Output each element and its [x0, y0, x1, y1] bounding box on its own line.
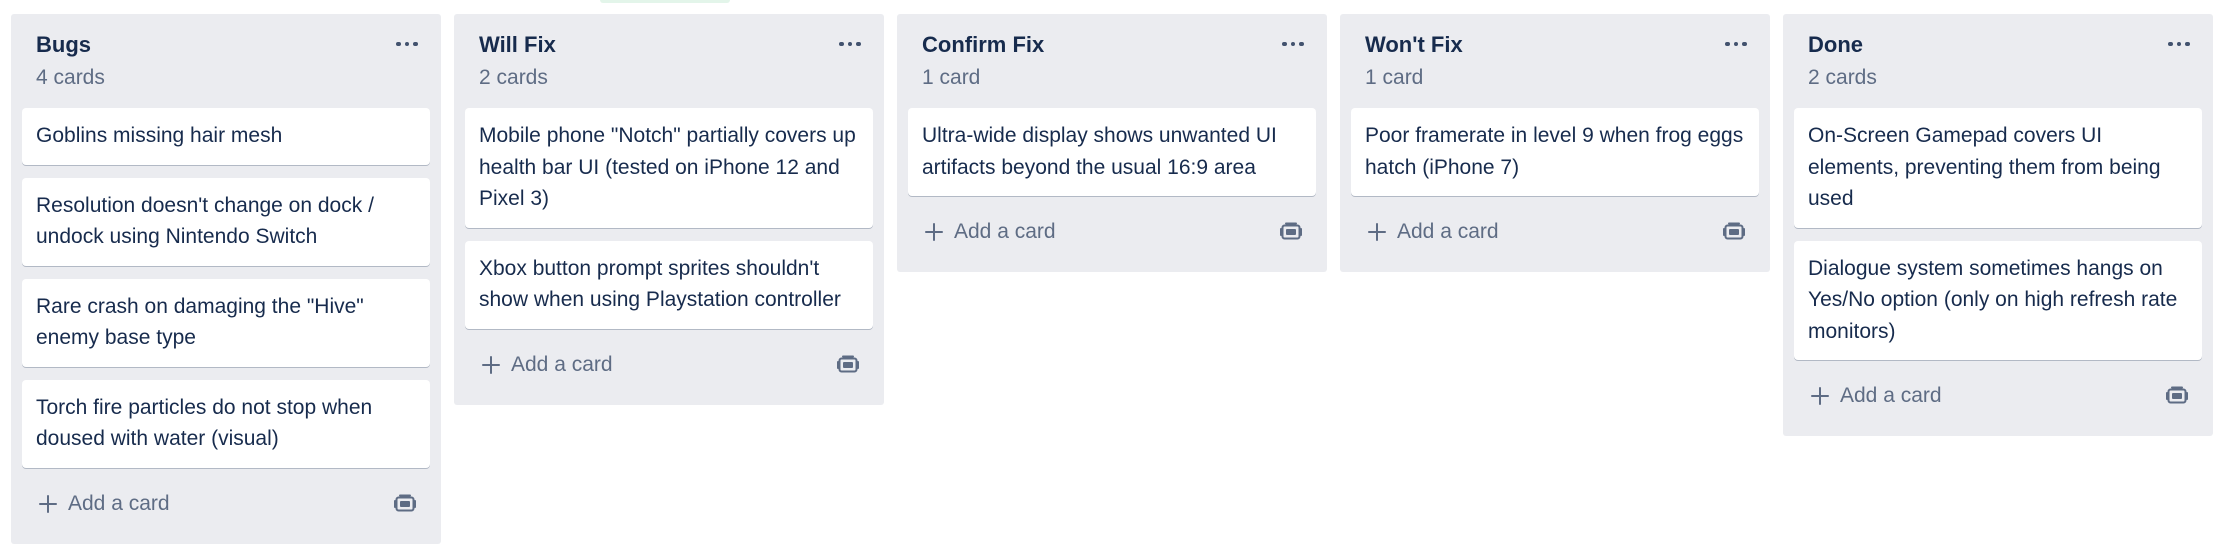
- card[interactable]: Xbox button prompt sprites shouldn't sho…: [465, 240, 873, 329]
- add-card-button[interactable]: Add a card: [1794, 374, 1942, 418]
- card[interactable]: Poor framerate in level 9 when frog eggs…: [1351, 108, 1759, 196]
- list-footer: Add a card: [1351, 202, 1759, 262]
- list-card-count: 1 card: [1365, 66, 1424, 89]
- list-card-count: 1 card: [922, 66, 981, 89]
- card[interactable]: On-Screen Gamepad covers UI elements, pr…: [1794, 108, 2202, 228]
- card[interactable]: Torch fire particles do not stop when do…: [22, 379, 430, 468]
- card-template-icon[interactable]: [1280, 222, 1302, 242]
- card-template-icon[interactable]: [2166, 386, 2188, 406]
- list-menu-ellipsis-icon[interactable]: [1719, 30, 1753, 58]
- list-menu-ellipsis-icon[interactable]: [833, 30, 867, 58]
- list-title[interactable]: Confirm Fix: [922, 30, 1316, 60]
- card-template-icon[interactable]: [394, 494, 416, 514]
- card-list: Goblins missing hair mesh Resolution doe…: [22, 108, 430, 468]
- add-card-button[interactable]: Add a card: [22, 482, 170, 526]
- list-header: Bugs 4 cards: [22, 14, 430, 108]
- list-title[interactable]: Won't Fix: [1365, 30, 1759, 60]
- plus-icon: [924, 222, 944, 242]
- list-done: Done 2 cards On-Screen Gamepad covers UI…: [1783, 14, 2213, 436]
- top-accent-bar: [600, 0, 730, 3]
- card-template-icon[interactable]: [1723, 222, 1745, 242]
- list-card-count: 2 cards: [1808, 66, 1877, 89]
- list-header: Will Fix 2 cards: [465, 14, 873, 108]
- add-card-label: Add a card: [954, 220, 1056, 243]
- list-footer: Add a card: [22, 474, 430, 534]
- plus-icon: [481, 355, 501, 375]
- card-list: Mobile phone "Notch" partially covers up…: [465, 108, 873, 329]
- list-menu-ellipsis-icon[interactable]: [1276, 30, 1310, 58]
- list-header: Confirm Fix 1 card: [908, 14, 1316, 108]
- card[interactable]: Rare crash on damaging the "Hive" enemy …: [22, 278, 430, 367]
- card-template-icon[interactable]: [837, 355, 859, 375]
- card-list: On-Screen Gamepad covers UI elements, pr…: [1794, 108, 2202, 360]
- plus-icon: [1810, 386, 1830, 406]
- list-footer: Add a card: [908, 202, 1316, 262]
- add-card-label: Add a card: [68, 491, 170, 515]
- list-header: Done 2 cards: [1794, 14, 2202, 108]
- card-list: Poor framerate in level 9 when frog eggs…: [1351, 108, 1759, 196]
- list-will-fix: Will Fix 2 cards Mobile phone "Notch" pa…: [454, 14, 884, 405]
- plus-icon: [1367, 222, 1387, 242]
- card-list: Ultra-wide display shows unwanted UI art…: [908, 108, 1316, 196]
- list-title[interactable]: Done: [1808, 30, 2202, 60]
- list-wont-fix: Won't Fix 1 card Poor framerate in level…: [1340, 14, 1770, 272]
- list-card-count: 4 cards: [36, 66, 105, 89]
- plus-icon: [38, 494, 58, 514]
- card[interactable]: Ultra-wide display shows unwanted UI art…: [908, 108, 1316, 196]
- list-title[interactable]: Will Fix: [479, 30, 873, 60]
- list-menu-ellipsis-icon[interactable]: [2162, 30, 2196, 58]
- list-bugs: Bugs 4 cards Goblins missing hair mesh R…: [11, 14, 441, 544]
- list-footer: Add a card: [1794, 366, 2202, 426]
- add-card-button[interactable]: Add a card: [465, 343, 613, 387]
- add-card-button[interactable]: Add a card: [908, 210, 1056, 254]
- card[interactable]: Mobile phone "Notch" partially covers up…: [465, 108, 873, 228]
- list-confirm-fix: Confirm Fix 1 card Ultra-wide display sh…: [897, 14, 1327, 272]
- card[interactable]: Resolution doesn't change on dock / undo…: [22, 177, 430, 266]
- list-footer: Add a card: [465, 335, 873, 395]
- add-card-label: Add a card: [1840, 384, 1942, 407]
- add-card-label: Add a card: [511, 352, 613, 376]
- board: Bugs 4 cards Goblins missing hair mesh R…: [11, 14, 2213, 544]
- add-card-label: Add a card: [1397, 220, 1499, 243]
- card[interactable]: Dialogue system sometimes hangs on Yes/N…: [1794, 240, 2202, 360]
- list-menu-ellipsis-icon[interactable]: [390, 30, 424, 58]
- add-card-button[interactable]: Add a card: [1351, 210, 1499, 254]
- card[interactable]: Goblins missing hair mesh: [22, 108, 430, 165]
- list-card-count: 2 cards: [479, 66, 548, 89]
- list-title[interactable]: Bugs: [36, 30, 430, 60]
- list-header: Won't Fix 1 card: [1351, 14, 1759, 108]
